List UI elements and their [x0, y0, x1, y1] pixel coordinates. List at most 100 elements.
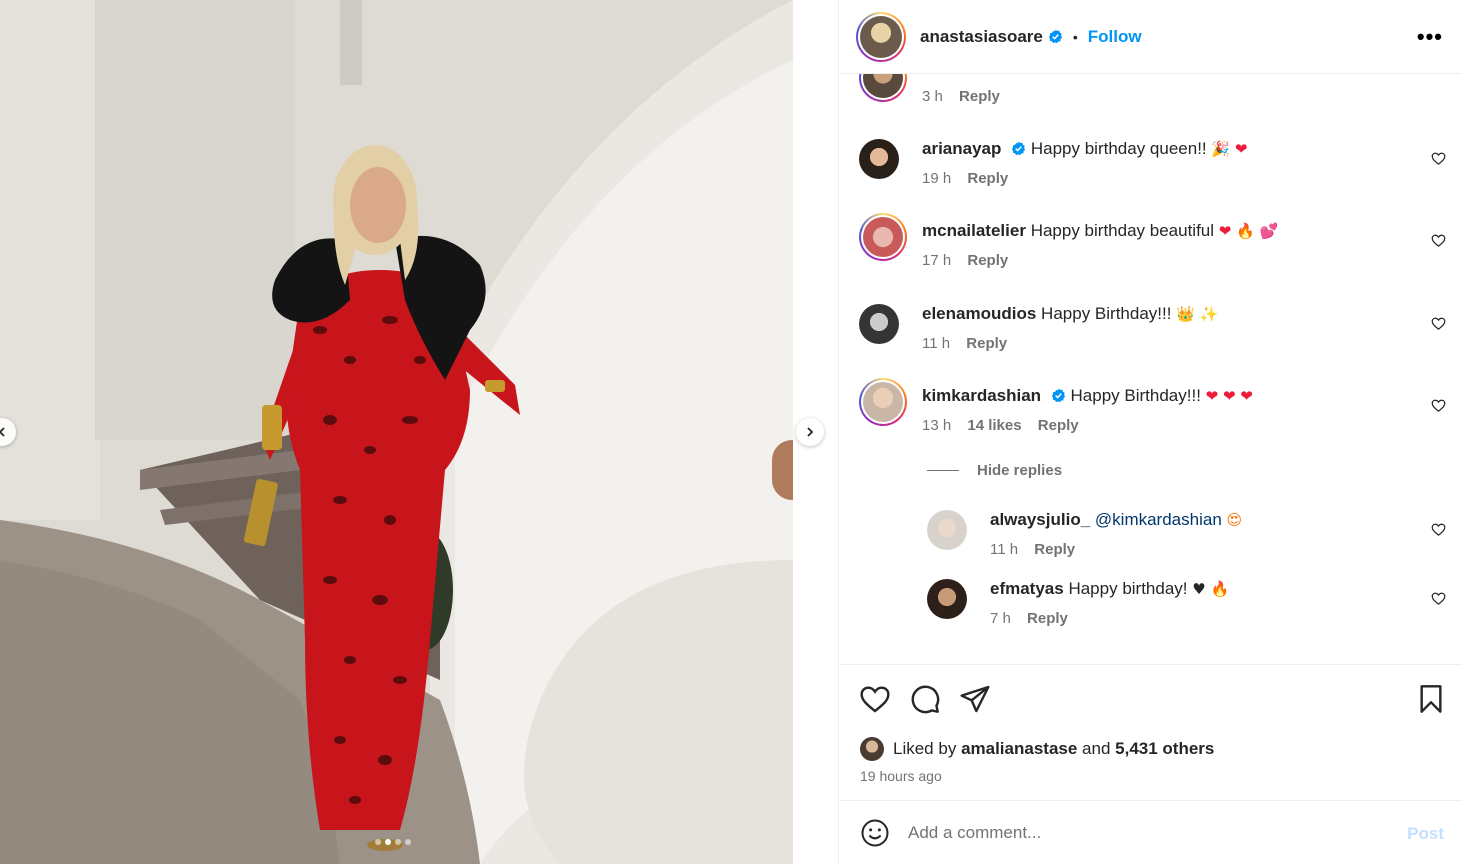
- crown-emoji: 👑: [1176, 305, 1195, 323]
- comment-time: 19 h: [922, 170, 952, 187]
- comment-time: 13 h: [922, 417, 952, 434]
- reply-time: 11 h: [990, 541, 1019, 558]
- heart-emoji: ❤: [1205, 387, 1219, 405]
- reply-button[interactable]: Reply: [959, 88, 1000, 105]
- reply-button[interactable]: Reply: [967, 170, 1008, 187]
- comment-meta: 11 h Reply: [922, 335, 1019, 352]
- comment-avatar: [863, 217, 903, 257]
- author-username[interactable]: anastasiasoare: [920, 27, 1043, 47]
- bookmark-icon[interactable]: [1415, 683, 1447, 715]
- carousel-dot: [405, 839, 411, 845]
- likes-summary: Liked by amalianastase and 5,431 others: [860, 737, 1214, 761]
- heart-icon[interactable]: [859, 683, 891, 715]
- carousel-indicator: [375, 839, 411, 845]
- comment-avatar: [863, 382, 903, 422]
- author-avatar: [860, 15, 902, 58]
- post-media[interactable]: [0, 0, 793, 864]
- comment-meta: 19 h Reply: [922, 170, 1020, 187]
- fire-emoji: 🔥: [1236, 222, 1255, 240]
- comment-username[interactable]: elenamoudios: [922, 304, 1036, 323]
- share-icon[interactable]: [959, 683, 991, 715]
- comment-body: Happy birthday queen!!: [1030, 139, 1207, 158]
- comment-time: 11 h: [922, 335, 951, 352]
- comments-list[interactable]: 3 h Reply arianayap Happy birthday queen…: [839, 74, 1462, 664]
- comment-like-heart-icon[interactable]: [1431, 398, 1446, 413]
- two-hearts-emoji: 💕: [1259, 222, 1279, 240]
- comment-username[interactable]: arianayap: [922, 139, 1001, 158]
- reply-avatar-wrap[interactable]: [927, 510, 967, 550]
- reply-username[interactable]: efmatyas: [990, 579, 1064, 598]
- comment-text: arianayap Happy birthday queen!! 🎉 ❤: [922, 139, 1247, 159]
- carousel-dot: [375, 839, 381, 845]
- reply-button[interactable]: Reply: [1034, 541, 1075, 558]
- reply-mention[interactable]: @kimkardashian: [1095, 510, 1222, 529]
- reply-avatar: [927, 579, 967, 619]
- reply-meta: 7 h Reply: [990, 610, 1080, 627]
- next-slide-button[interactable]: [796, 418, 824, 446]
- comment-avatar-ring[interactable]: [859, 74, 907, 102]
- comment-body: Happy birthday beautiful: [1030, 221, 1215, 240]
- likes-others-count[interactable]: 5,431 others: [1115, 739, 1214, 759]
- verified-badge-icon: [1051, 388, 1065, 403]
- comment-avatar-ring[interactable]: [859, 378, 907, 426]
- author-avatar-ring[interactable]: [856, 11, 906, 62]
- comment-like-heart-icon[interactable]: [1431, 151, 1446, 166]
- comment-meta: 3 h Reply: [922, 88, 1012, 105]
- reply-button[interactable]: Reply: [1038, 417, 1079, 434]
- comment-like-heart-icon[interactable]: [1431, 522, 1446, 537]
- comment-like-heart-icon[interactable]: [1431, 233, 1446, 248]
- hide-replies-line: [927, 470, 959, 471]
- reply-body: Happy birthday!: [1068, 579, 1188, 598]
- post-comment-button[interactable]: Post: [1407, 824, 1444, 844]
- reply-time: 7 h: [990, 610, 1011, 627]
- comment-text: elenamoudios Happy Birthday!!! 👑 ✨: [922, 304, 1218, 324]
- comment-body: Happy Birthday!!!: [1070, 386, 1201, 405]
- party-emoji: 🎉: [1211, 140, 1231, 158]
- comment-likes-count[interactable]: 14 likes: [967, 417, 1021, 434]
- reply-meta: 11 h Reply: [990, 541, 1087, 558]
- comment-body: Happy Birthday!!!: [1041, 304, 1172, 323]
- carousel-dot: [385, 839, 391, 845]
- comment-avatar-wrap[interactable]: [859, 139, 899, 179]
- heart-emoji: ❤: [1240, 387, 1253, 405]
- chevron-left-icon: [0, 427, 5, 437]
- reply-text: efmatyas Happy birthday! ♥ 🔥: [990, 579, 1229, 599]
- post-timestamp[interactable]: 19 hours ago: [860, 768, 942, 784]
- comment-avatar: [859, 304, 899, 344]
- carousel-dot: [395, 839, 401, 845]
- comment-like-heart-icon[interactable]: [1431, 591, 1446, 606]
- follow-button[interactable]: Follow: [1088, 27, 1142, 47]
- hide-replies-button[interactable]: Hide replies: [927, 462, 1062, 479]
- likes-connector: and: [1082, 739, 1111, 758]
- comment-icon[interactable]: [909, 683, 941, 715]
- comment-avatar-ring[interactable]: [859, 213, 907, 261]
- comment-meta: 17 h Reply: [922, 252, 1020, 269]
- reply-button[interactable]: Reply: [967, 252, 1008, 269]
- reply-button[interactable]: Reply: [966, 335, 1007, 352]
- hide-replies-label: Hide replies: [977, 462, 1063, 479]
- smile-icon[interactable]: [860, 818, 890, 848]
- heart-emoji: ❤: [1222, 387, 1236, 405]
- chevron-right-icon: [807, 427, 814, 437]
- heart-emoji: ❤: [1234, 140, 1248, 158]
- add-comment-bar: Post: [839, 801, 1462, 864]
- comment-time: 3 h: [922, 88, 943, 105]
- reply-username[interactable]: alwaysjulio_: [990, 510, 1090, 529]
- comment-avatar: [859, 139, 899, 179]
- more-icon[interactable]: •••: [1417, 24, 1443, 50]
- comment-like-heart-icon[interactable]: [1431, 316, 1446, 331]
- verified-badge-icon: [1048, 29, 1062, 44]
- comment-avatar: [863, 74, 903, 98]
- comment-avatar-wrap[interactable]: [859, 304, 899, 344]
- comment-username[interactable]: mcnailatelier: [922, 221, 1026, 240]
- comment-input[interactable]: [908, 822, 1378, 843]
- post-side-panel: anastasiasoare • Follow ••• 3 h Reply ar…: [838, 0, 1462, 864]
- comment-username[interactable]: kimkardashian: [922, 386, 1041, 405]
- post-header: anastasiasoare • Follow •••: [839, 0, 1462, 74]
- reply-avatar-wrap[interactable]: [927, 579, 967, 619]
- reply-button[interactable]: Reply: [1027, 610, 1068, 627]
- verified-badge-icon: [1011, 141, 1026, 156]
- liker-avatar[interactable]: [860, 737, 884, 761]
- reply-text: alwaysjulio_ @kimkardashian 😍: [990, 510, 1242, 530]
- liker-username[interactable]: amalianastase: [961, 739, 1077, 759]
